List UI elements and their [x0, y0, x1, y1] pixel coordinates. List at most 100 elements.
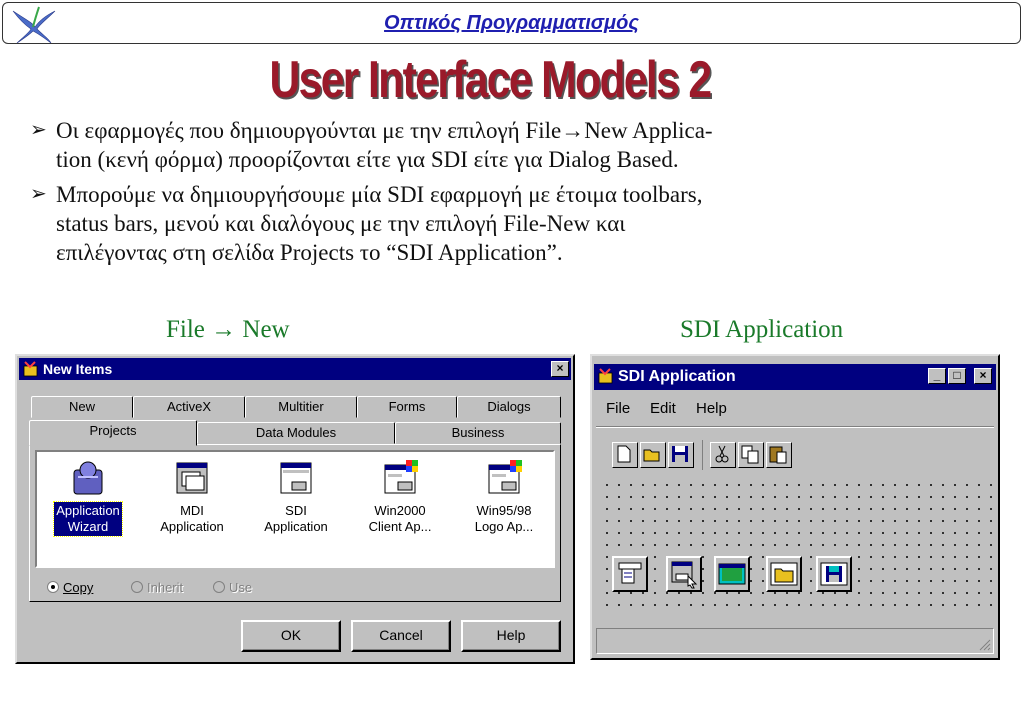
item-label: Client Ap... [368, 519, 432, 534]
bullet-item: ➢ Οι εφαρμογές που δημιουργούνται με την… [30, 116, 980, 174]
title-bar: New Items × [19, 358, 571, 380]
item-label: Wizard [67, 519, 109, 534]
dialog-title: New Items [43, 361, 113, 377]
save-dialog-disk-icon [820, 562, 848, 586]
dialog-component[interactable] [666, 556, 702, 592]
bullet-text: επιλέγοντας στη σελίδα Projects το “SDI … [56, 240, 563, 265]
item-label: Logo Ap... [474, 519, 534, 534]
sdi-application-window: SDI Application _ □ × File Edit Help [590, 354, 1000, 660]
resize-grip-icon[interactable] [977, 637, 991, 651]
toolbar-separator [702, 440, 703, 470]
menu-help[interactable]: Help [696, 400, 727, 417]
close-button[interactable]: × [974, 368, 992, 384]
bullet-item: ➢ Μπορούμε να δημιουργήσουμε μία SDI εφα… [30, 180, 980, 267]
menu-edit[interactable]: Edit [650, 400, 676, 417]
item-application-wizard[interactable]: Application Wizard [43, 460, 133, 537]
item-label: Win2000 [374, 503, 426, 518]
save-disk-icon [672, 446, 688, 462]
scissors-icon [715, 445, 729, 463]
tab-dialogs[interactable]: Dialogs [457, 396, 561, 418]
sdi-app-icon [280, 462, 312, 494]
tab-activex[interactable]: ActiveX [133, 396, 245, 418]
tab-new[interactable]: New [31, 396, 133, 418]
save-dialog-component[interactable] [816, 556, 852, 592]
ok-button[interactable]: OK [241, 620, 341, 652]
tab-projects[interactable]: Projects [29, 420, 197, 446]
slide-title: User Interface Models 2 [269, 51, 713, 109]
radio-dot [131, 581, 143, 593]
bullet-arrow-icon: ➢ [30, 119, 47, 141]
radio-copy[interactable]: Copy [47, 580, 93, 595]
new-file-button[interactable] [612, 442, 638, 468]
app-icon [23, 361, 38, 377]
item-sdi-application[interactable]: SDI Application [251, 460, 341, 536]
item-win95-logo[interactable]: Win95/98 Logo Ap... [459, 460, 549, 536]
item-label: Win95/98 [476, 503, 532, 518]
dialog-ok-icon [671, 561, 698, 589]
status-bar [596, 628, 994, 654]
items-listbox[interactable]: Application Wizard MDI Application SDI Appl… [35, 450, 555, 568]
menu-file[interactable]: File [606, 400, 630, 417]
bullet-text: Οι εφαρμογές που δημιουργούνται με την ε… [56, 118, 713, 143]
bullet-text: tion (κενή φόρμα) προορίζονται είτε για … [56, 147, 679, 172]
item-label: SDI [285, 503, 307, 518]
radio-label: Inherit [147, 580, 184, 595]
radio-inherit[interactable]: Inherit [131, 580, 183, 595]
item-label: Application [56, 503, 120, 518]
bullet-text: status bars, μενού και διαλόγους με την … [56, 211, 626, 236]
menu-label: Help [696, 400, 727, 417]
item-label: Application [160, 519, 224, 534]
help-button[interactable]: Help [461, 620, 561, 652]
new-file-icon [617, 445, 631, 463]
win2000-app-icon [384, 460, 418, 494]
tab-forms[interactable]: Forms [357, 396, 457, 418]
item-label: MDI [180, 503, 204, 518]
bullet-list: ➢ Οι εφαρμογές που δημιουργούνται με την… [30, 116, 980, 273]
tab-multitier[interactable]: Multitier [245, 396, 357, 418]
radio-dot [213, 581, 225, 593]
win95-app-icon [488, 460, 522, 494]
radio-label: Use [229, 580, 253, 595]
tab-data-modules[interactable]: Data Modules [197, 422, 395, 444]
open-dialog-component[interactable] [766, 556, 802, 592]
wizard-icon [73, 461, 103, 495]
bullet-arrow-icon: ➢ [30, 183, 47, 205]
menu-component[interactable] [612, 556, 648, 592]
paste-button[interactable] [766, 442, 792, 468]
maximize-button[interactable]: □ [948, 368, 966, 384]
open-dialog-folder-icon [770, 562, 798, 586]
menu-label: Edit [650, 400, 676, 417]
caption-file-new: File → New [166, 316, 290, 343]
app-icon [598, 368, 613, 384]
item-mdi-application[interactable]: MDI Application [147, 460, 237, 536]
window-title: SDI Application [618, 368, 736, 385]
open-file-button[interactable] [640, 442, 666, 468]
slide-header: Οπτικός Προγραμματισμός [2, 2, 1021, 44]
item-label: Application [264, 519, 328, 534]
save-file-button[interactable] [668, 442, 694, 468]
cut-button[interactable] [710, 442, 736, 468]
paste-clipboard-icon [769, 446, 787, 464]
bullet-text: Μπορούμε να δημιουργήσουμε μία SDI εφαρμ… [56, 182, 703, 207]
header-title: Οπτικός Προγραμματισμός [384, 12, 639, 34]
radio-label: Copy [63, 580, 94, 595]
menu-divider [596, 426, 994, 428]
close-button[interactable]: × [551, 361, 569, 377]
copy-icon [741, 445, 759, 464]
tab-business[interactable]: Business [395, 422, 561, 444]
picture-icon [718, 563, 746, 585]
title-bar: SDI Application _ □ × [594, 364, 996, 390]
minimize-button[interactable]: _ [928, 368, 946, 384]
new-items-dialog: New Items × New ActiveX Multitier Forms … [15, 354, 575, 664]
radio-dot [47, 581, 59, 593]
copy-button[interactable] [738, 442, 764, 468]
cancel-button[interactable]: Cancel [351, 620, 451, 652]
main-menu-icon [618, 562, 642, 584]
open-folder-icon [643, 449, 660, 462]
image-component[interactable] [714, 556, 750, 592]
caption-sdi-application: SDI Application [680, 316, 844, 343]
menu-label: File [606, 400, 631, 417]
item-win2000-client[interactable]: Win2000 Client Ap... [355, 460, 445, 536]
mdi-app-icon [176, 462, 208, 494]
radio-use[interactable]: Use [213, 580, 252, 595]
